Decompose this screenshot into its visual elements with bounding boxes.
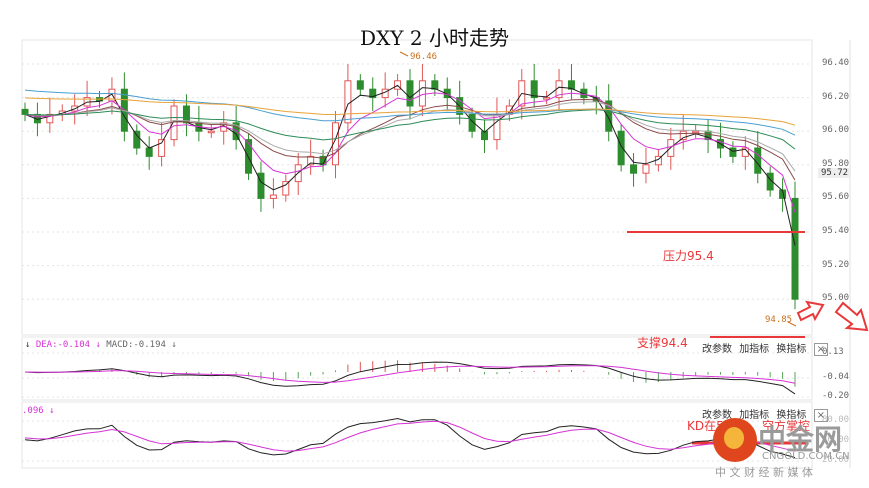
candle-body [344, 80, 352, 124]
price-tick: 95.60 [822, 192, 850, 203]
arrow-down-icon: ↓ [95, 340, 101, 350]
candle-body [207, 130, 215, 134]
candle-body [282, 181, 290, 196]
price-tick: 95.20 [822, 259, 850, 270]
candle-body [642, 164, 650, 174]
kd-panel [21, 401, 813, 469]
price-panel [21, 39, 813, 336]
resistance-label: 压力95.4 [663, 249, 714, 263]
kd-value: .096 [22, 406, 44, 416]
low-price-label: 94.85 [765, 315, 793, 325]
candle-body [170, 105, 178, 141]
candle-body [133, 130, 141, 149]
price-tick: 95.00 [822, 293, 850, 304]
candle-body [245, 139, 253, 174]
candle-body [791, 197, 799, 300]
candle-body [543, 97, 551, 100]
watermark-domain: CNGOLD.COM.CN [762, 451, 850, 462]
chart-title: DXY 2 小时走势 [360, 26, 509, 50]
candle-body [418, 80, 426, 107]
current-price-label: 95.72 [818, 168, 852, 178]
watermark-logo [713, 418, 757, 462]
kd-legend: .096 ↓ [22, 406, 55, 416]
arrow-down-icon: ↓ [25, 340, 31, 350]
add-indicator-button[interactable]: 加指标 [739, 344, 769, 355]
arrow-down-right-icon [834, 301, 869, 332]
high-price-label: 96.46 [410, 52, 438, 62]
support-label: 支撑94.4 [637, 336, 688, 350]
price-tick: 96.00 [822, 125, 850, 136]
edit-params-button[interactable]: 改参数 [702, 344, 732, 355]
high-marker [399, 51, 409, 57]
candle-body [356, 80, 364, 90]
price-tick: 96.40 [822, 58, 850, 68]
arrow-right-icon [796, 300, 825, 322]
candle-body [692, 130, 700, 134]
macd-value: MACD:-0.194 [106, 340, 166, 350]
dea-value: DEA:-0.104 [35, 340, 91, 350]
close-icon[interactable]: × [813, 343, 828, 356]
candle-body [269, 194, 277, 199]
candle-body [493, 113, 501, 141]
candle-body [406, 80, 414, 107]
switch-indicator-button[interactable]: 换指标 [776, 344, 806, 355]
price-tick: 96.20 [822, 91, 850, 102]
candle-body [617, 130, 625, 166]
watermark-slogan: 中 文 财 经 新 媒 体 [715, 466, 813, 479]
candle-body [729, 147, 737, 157]
macd-legend: ↓ DEA:-0.104 ↓ MACD:-0.194 ↓ [25, 340, 177, 350]
candle-body [630, 164, 638, 174]
macd-tick: -0.04 [822, 372, 850, 382]
candle-body [145, 147, 153, 157]
arrow-down-icon: ↓ [49, 406, 55, 416]
price-tick: 95.40 [822, 226, 850, 236]
candle-body [679, 130, 687, 141]
macd-panel-tools: 改参数 加指标 换指标 × [702, 340, 828, 356]
candle-body [21, 108, 29, 115]
arrow-down-icon: ↓ [171, 340, 177, 350]
macd-tick: -0.20 [822, 391, 850, 401]
logo-swirl-icon [724, 427, 744, 449]
